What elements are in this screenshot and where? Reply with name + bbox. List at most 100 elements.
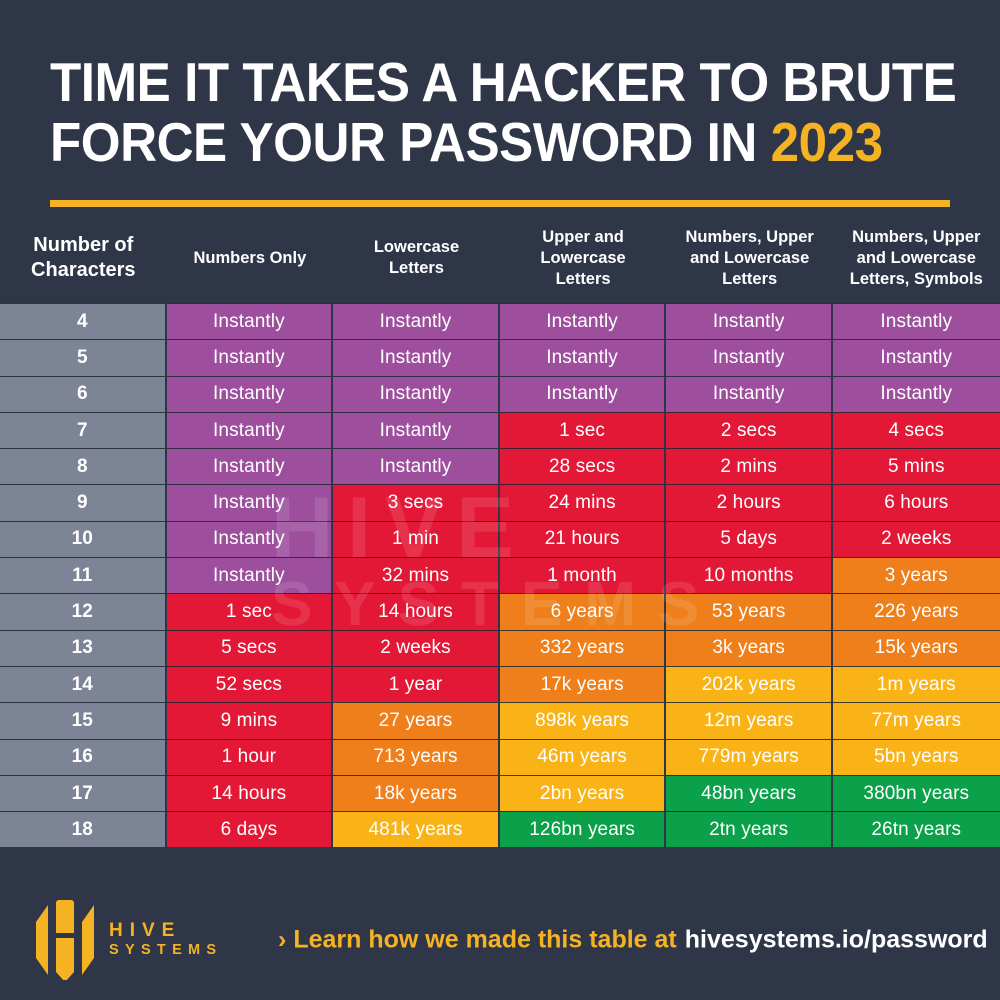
footer-cta-link[interactable]: › Learn how we made this table at hivesy… (278, 926, 988, 955)
crack-time-cell: 1 month (499, 557, 667, 594)
crack-time-cell: Instantly (166, 448, 334, 485)
title-line-2: FORCE YOUR PASSWORD IN 2023 (50, 112, 887, 172)
column-header-line: Numbers, Upper (852, 227, 981, 246)
title-line-1: TIME IT TAKES A HACKER TO BRUTE (50, 51, 957, 113)
crack-time-cell: Instantly (333, 411, 500, 449)
crack-time-cell: 3 years (832, 557, 1000, 594)
crack-time-cell: Instantly (333, 375, 500, 412)
table-row: 9 Instantly 3 secs 24 mins 2 hours 6 hours (0, 484, 1000, 521)
row-char-count: 17 (0, 774, 167, 812)
title-line-2-text: FORCE YOUR PASSWORD IN (50, 111, 771, 173)
crack-time-cell: Instantly (499, 339, 667, 376)
table-column-headers: Number of Characters Numbers Only Lowercase… (0, 207, 1000, 303)
crack-time-cell: 21 hours (499, 520, 667, 558)
table-row: 14 52 secs 1 year 17k years 202k years 1m yea… (0, 665, 1000, 703)
crack-time-cell: 14 hours (333, 593, 500, 630)
crack-time-cell: 126bn years (499, 811, 667, 848)
crack-time-cell: Instantly (333, 303, 500, 340)
crack-time-cell: Instantly (333, 448, 500, 485)
column-header-2: Lowercase Letters (333, 237, 500, 279)
crack-time-cell: 6 years (499, 593, 667, 630)
logo-wordmark: HIVE SYSTEMS (109, 920, 222, 960)
crack-time-cell: Instantly (166, 339, 334, 376)
table-row: 13 5 secs 2 weeks 332 years 3k years 15k year… (0, 629, 1000, 666)
row-char-count: 10 (0, 520, 167, 558)
logo-hive-text: HIVE (109, 920, 182, 941)
title-block: TIME IT TAKES A HACKER TO BRUTE FORCE YO… (0, 0, 1000, 207)
infographic-root: TIME IT TAKES A HACKER TO BRUTE FORCE YO… (0, 0, 1000, 1000)
table-row: 11 Instantly 32 mins 1 month 10 months 3 year… (0, 557, 1000, 594)
crack-time-cell: 6 hours (832, 484, 1000, 521)
crack-time-cell: Instantly (166, 411, 334, 449)
hive-systems-logo[interactable]: HIVE SYSTEMS (32, 900, 222, 980)
crack-time-cell: 1 sec (499, 411, 667, 449)
hive-hexagon-logo-icon (36, 900, 94, 980)
crack-time-cell: 3k years (666, 629, 833, 666)
column-header-line: and Lowercase (690, 248, 810, 267)
crack-time-cell: Instantly (832, 303, 1000, 340)
crack-time-cell: 380bn years (832, 774, 1000, 812)
table-row: 5 Instantly Instantly Instantly Instantly Ins… (0, 339, 1000, 376)
footer-cta-lead-text: Learn how we made this table at (293, 925, 677, 954)
crack-time-cell: Instantly (333, 339, 500, 376)
crack-time-cell: 3 secs (333, 484, 500, 521)
crack-time-cell: 18k years (333, 774, 500, 812)
column-header-line: Letters (388, 259, 444, 277)
crack-time-cell: 1m years (832, 665, 1000, 703)
table-row: 7 Instantly Instantly 1 sec 2 secs 4 secs (0, 411, 1000, 449)
crack-time-cell: 332 years (499, 629, 667, 666)
crack-time-cell: Instantly (666, 375, 833, 412)
crack-time-cell: 2 secs (666, 411, 833, 449)
title-divider-rule (50, 200, 950, 207)
crack-time-cell: 2bn years (499, 774, 667, 812)
crack-time-cell: 28 secs (499, 448, 667, 485)
crack-time-cell: 14 hours (166, 774, 334, 812)
row-char-count: 14 (0, 665, 167, 703)
crack-time-cell: 713 years (333, 738, 500, 775)
column-header-line: Numbers, Upper (685, 227, 814, 246)
row-char-count: 13 (0, 629, 167, 666)
column-header-line: Letters (555, 269, 611, 288)
row-char-count: 12 (0, 593, 167, 630)
crack-time-cell: Instantly (166, 303, 334, 340)
row-char-count: 18 (0, 811, 167, 848)
crack-time-cell: 32 mins (333, 557, 500, 594)
row-char-count: 9 (0, 484, 167, 521)
table-row: 16 1 hour 713 years 46m years 779m years 5bn … (0, 738, 1000, 775)
crack-time-cell: 52 secs (166, 665, 334, 703)
column-header-5: Numbers, Upper and Lowercase Letters, Symb… (833, 227, 1000, 290)
table-row: 10 Instantly 1 min 21 hours 5 days 2 weeks (0, 520, 1000, 558)
crack-time-cell: 15k years (832, 629, 1000, 666)
crack-time-cell: 2 mins (666, 448, 833, 485)
crack-time-cell: Instantly (832, 375, 1000, 412)
row-char-count: 4 (0, 303, 167, 340)
crack-time-cell: Instantly (166, 557, 334, 594)
crack-time-cell: 2 weeks (333, 629, 500, 666)
crack-time-cell: 10 months (666, 557, 833, 594)
table-row: 6 Instantly Instantly Instantly Instantly Ins… (0, 375, 1000, 412)
row-char-count: 7 (0, 411, 167, 449)
crack-time-cell: Instantly (666, 339, 833, 376)
crack-time-cell: Instantly (166, 375, 334, 412)
crack-time-cell: 24 mins (499, 484, 667, 521)
crack-time-cell: 26tn years (832, 811, 1000, 848)
crack-time-cell: 27 years (333, 702, 500, 739)
crack-time-cell: 5 days (666, 520, 833, 558)
column-header-line: Letters (722, 269, 778, 288)
crack-time-cell: 4 secs (832, 411, 1000, 449)
row-char-count: 15 (0, 702, 167, 739)
column-header-line: Lowercase (373, 238, 460, 256)
password-crack-time-table: 4 Instantly Instantly Instantly Instantly Ins… (0, 303, 1000, 848)
column-header-4: Numbers, Upper and Lowercase Letters (666, 227, 833, 290)
crack-time-cell: 9 mins (166, 702, 334, 739)
column-header-line: Characters (31, 259, 136, 281)
row-char-count: 11 (0, 557, 167, 594)
chevron-right-icon: › (278, 925, 287, 954)
table-row: 12 1 sec 14 hours 6 years 53 years 226 years (0, 593, 1000, 630)
column-header-3: Upper and Lowercase Letters (500, 227, 667, 290)
crack-time-cell: 5 mins (832, 448, 1000, 485)
crack-time-cell: Instantly (499, 375, 667, 412)
crack-time-cell: 779m years (666, 738, 833, 775)
row-char-count: 16 (0, 738, 167, 775)
crack-time-cell: Instantly (499, 303, 667, 340)
